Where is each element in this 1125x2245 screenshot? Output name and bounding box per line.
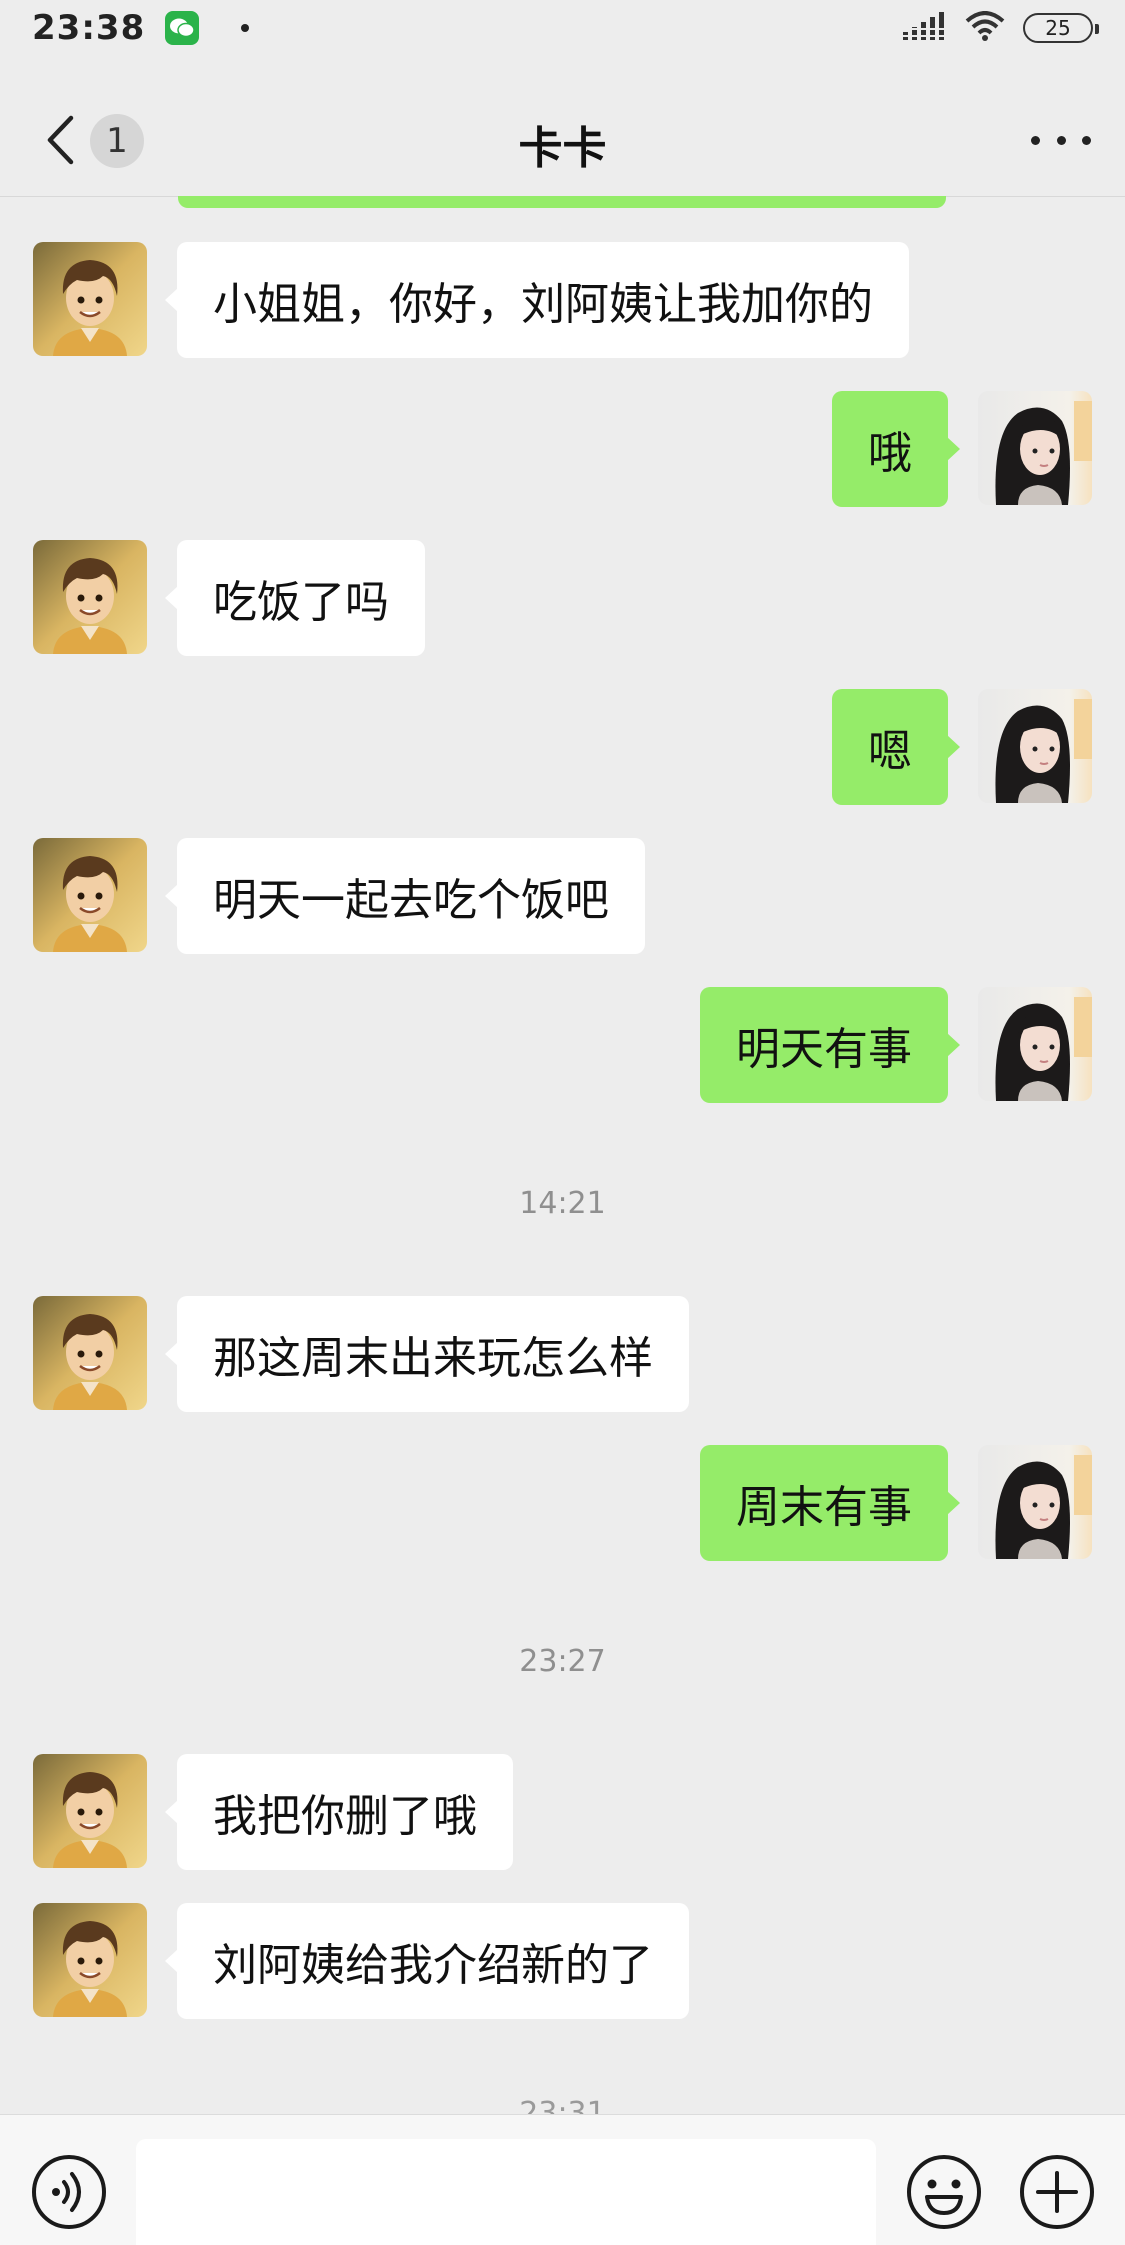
message-bubble[interactable]: 周末有事 — [700, 1445, 960, 1561]
avatar-contact[interactable] — [33, 540, 147, 654]
avatar-contact[interactable] — [33, 1903, 147, 2017]
message-timestamp: 23:31 — [519, 2096, 606, 2114]
notification-dot-icon — [241, 24, 250, 32]
message-timestamp: 14:21 — [519, 1186, 606, 1221]
chat-title: 卡卡 — [518, 123, 607, 174]
previous-message-bubble-edge — [178, 196, 946, 208]
avatar-contact[interactable] — [33, 242, 147, 356]
message-outgoing: 明天有事 — [0, 987, 1125, 1103]
voice-icon — [32, 2155, 106, 2229]
message-incoming: 吃饭了吗 — [0, 540, 1125, 656]
avatar-self[interactable] — [978, 391, 1092, 505]
message-timestamp: 23:27 — [519, 1644, 606, 1679]
more-options-button[interactable] — [1031, 122, 1091, 158]
message-bubble[interactable]: 嗯 — [832, 689, 960, 805]
wechat-notification-icon — [165, 11, 200, 45]
emoji-button[interactable] — [905, 2153, 983, 2231]
message-bubble[interactable]: 我把你删了哦 — [165, 1754, 513, 1870]
partially-hidden-timestamp: 23:31 — [0, 2096, 1125, 2114]
voice-input-button[interactable] — [30, 2153, 108, 2231]
avatar-contact[interactable] — [33, 838, 147, 952]
message-outgoing: 哦 — [0, 391, 1125, 507]
avatar-self[interactable] — [978, 987, 1092, 1101]
message-incoming: 我把你删了哦 — [0, 1754, 1125, 1870]
message-outgoing: 周末有事 — [0, 1445, 1125, 1561]
avatar-self[interactable] — [978, 689, 1092, 803]
message-outgoing: 嗯 — [0, 689, 1125, 805]
status-bar: 23:38 25 — [0, 0, 1125, 56]
chat-header: 1 卡卡 — [0, 88, 1125, 192]
chat-input-bar — [0, 2114, 1125, 2245]
message-incoming: 刘阿姨给我介绍新的了 — [0, 1903, 1125, 2019]
battery-icon: 25 — [1023, 13, 1099, 43]
message-bubble[interactable]: 吃饭了吗 — [165, 540, 425, 656]
avatar-self[interactable] — [978, 1445, 1092, 1559]
more-functions-button[interactable] — [1018, 2153, 1096, 2231]
message-incoming: 小姐姐，你好，刘阿姨让我加你的 — [0, 242, 1125, 358]
message-input[interactable] — [136, 2139, 876, 2245]
message-incoming: 那这周末出来玩怎么样 — [0, 1296, 1125, 1412]
avatar-contact[interactable] — [33, 1754, 147, 1868]
message-incoming: 明天一起去吃个饭吧 — [0, 838, 1125, 954]
message-bubble[interactable]: 那这周末出来玩怎么样 — [165, 1296, 689, 1412]
wifi-icon — [965, 11, 1005, 45]
message-bubble[interactable]: 明天有事 — [700, 987, 960, 1103]
avatar-contact[interactable] — [33, 1296, 147, 1410]
more-dots-icon — [1031, 135, 1040, 145]
message-bubble[interactable]: 小姐姐，你好，刘阿姨让我加你的 — [165, 242, 909, 358]
emoji-icon — [907, 2155, 981, 2229]
signal-icon — [903, 12, 947, 44]
message-bubble[interactable]: 明天一起去吃个饭吧 — [165, 838, 645, 954]
message-bubble[interactable]: 刘阿姨给我介绍新的了 — [165, 1903, 689, 2019]
plus-icon — [1020, 2155, 1094, 2229]
status-time: 23:38 — [32, 8, 146, 48]
message-bubble[interactable]: 哦 — [832, 391, 960, 507]
